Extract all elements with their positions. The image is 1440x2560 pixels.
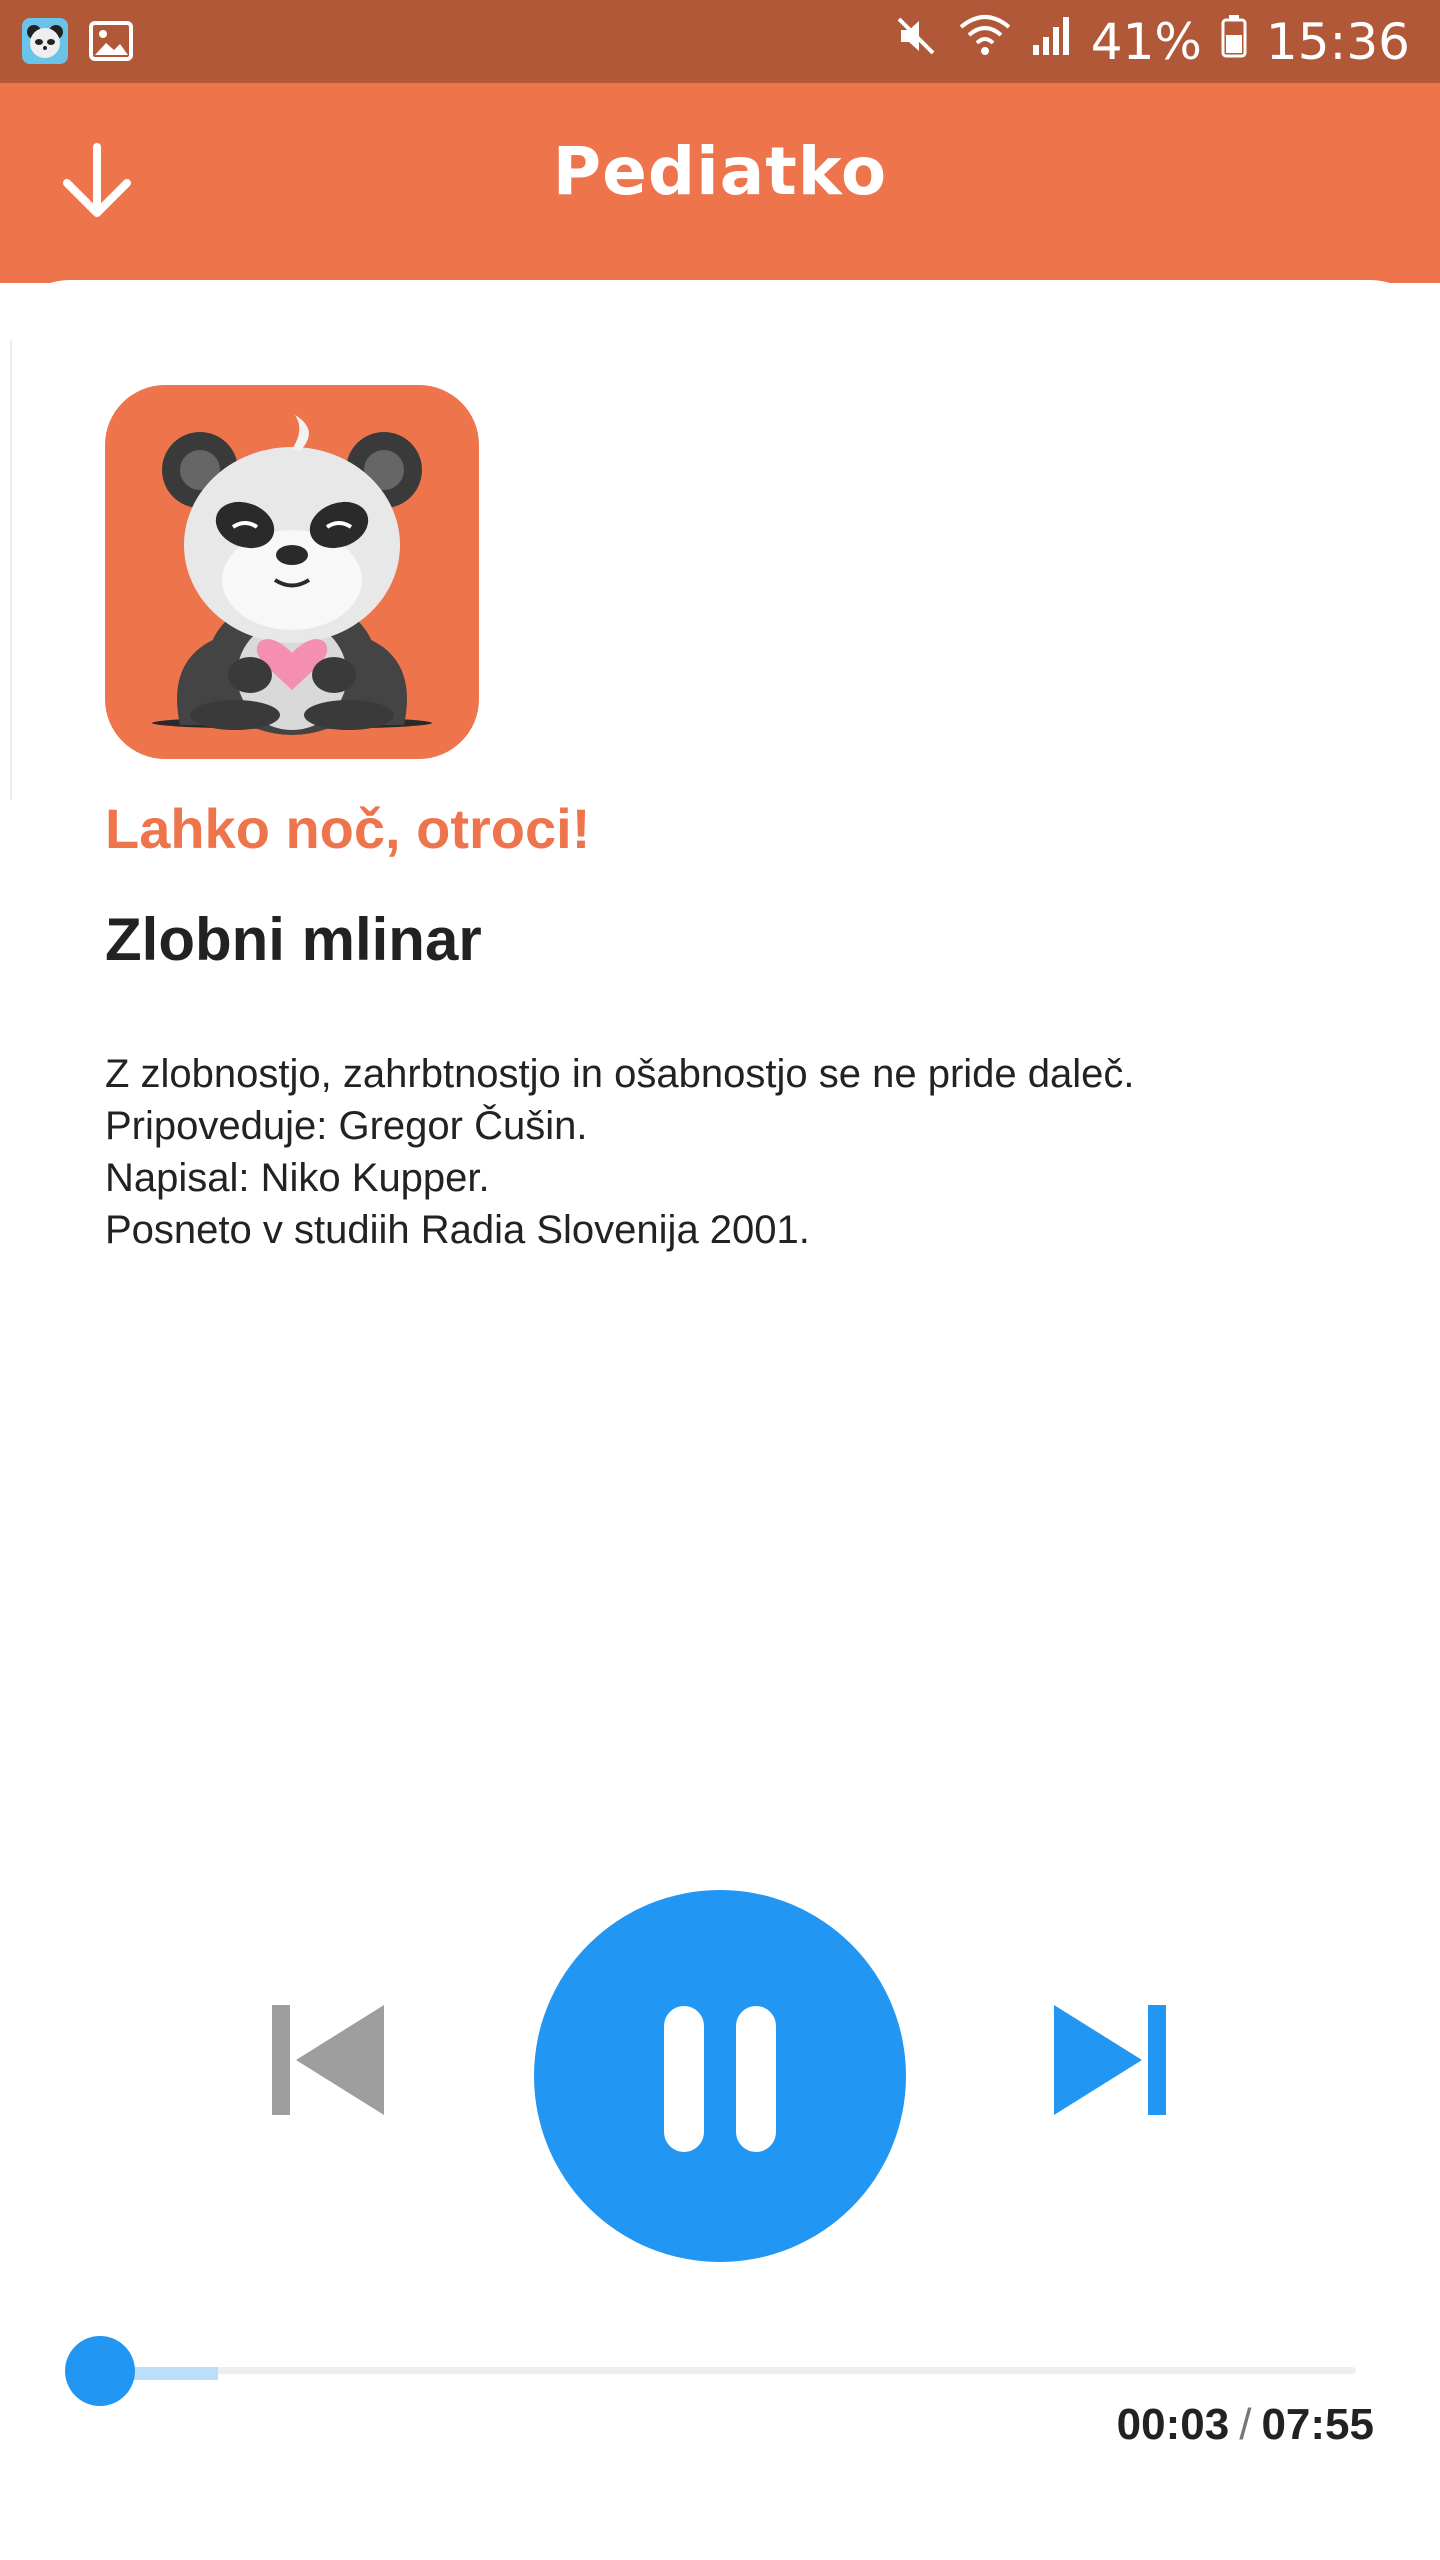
episode-artwork — [105, 385, 479, 759]
player-controls — [0, 1890, 1440, 2270]
description-line: Pripoveduje: Gregor Čušin. — [105, 1104, 588, 1148]
app-logo: Pediatko — [552, 133, 888, 210]
description-line: Posneto v studiih Radia Slovenija 2001. — [105, 1208, 810, 1252]
show-title: Lahko noč, otroci! — [105, 797, 591, 860]
episode-description: Z zlobnostjo, zahrbtnostjo in ošabnostjo… — [105, 1048, 1335, 1256]
duration: 07:55 — [1261, 2400, 1374, 2449]
seek-bar[interactable] — [64, 2336, 1356, 2406]
description-line: Napisal: Niko Kupper. — [105, 1156, 490, 1200]
next-button[interactable] — [1046, 1995, 1176, 2125]
seek-thumb[interactable] — [64, 2336, 135, 2406]
time-separator: / — [1239, 2400, 1252, 2449]
episode-title: Zlobni mlinar — [105, 906, 482, 973]
previous-button[interactable] — [262, 1995, 392, 2125]
battery-percent: 41% — [1090, 12, 1202, 71]
seek-track — [92, 2367, 1356, 2374]
description-line: Z zlobnostjo, zahrbtnostjo in ošabnostjo… — [105, 1052, 1135, 1096]
current-time: 00:03 — [1116, 2400, 1230, 2449]
gallery-icon — [88, 18, 134, 64]
wifi-icon — [957, 13, 1013, 71]
skip-next-icon — [1046, 2005, 1176, 2129]
divider — [0, 340, 12, 800]
battery-icon — [1220, 13, 1248, 71]
pause-button[interactable] — [534, 1890, 906, 2262]
clock: 15:36 — [1265, 12, 1410, 71]
signal-icon — [1031, 13, 1073, 71]
app-bar: Pediatko — [0, 83, 1440, 283]
mute-icon — [893, 13, 939, 71]
status-bar: 41% 15:36 — [0, 0, 1440, 83]
time-display: 00:03/07:55 — [1117, 2400, 1374, 2450]
panda-app-icon — [22, 18, 68, 64]
skip-previous-icon — [262, 2005, 392, 2129]
